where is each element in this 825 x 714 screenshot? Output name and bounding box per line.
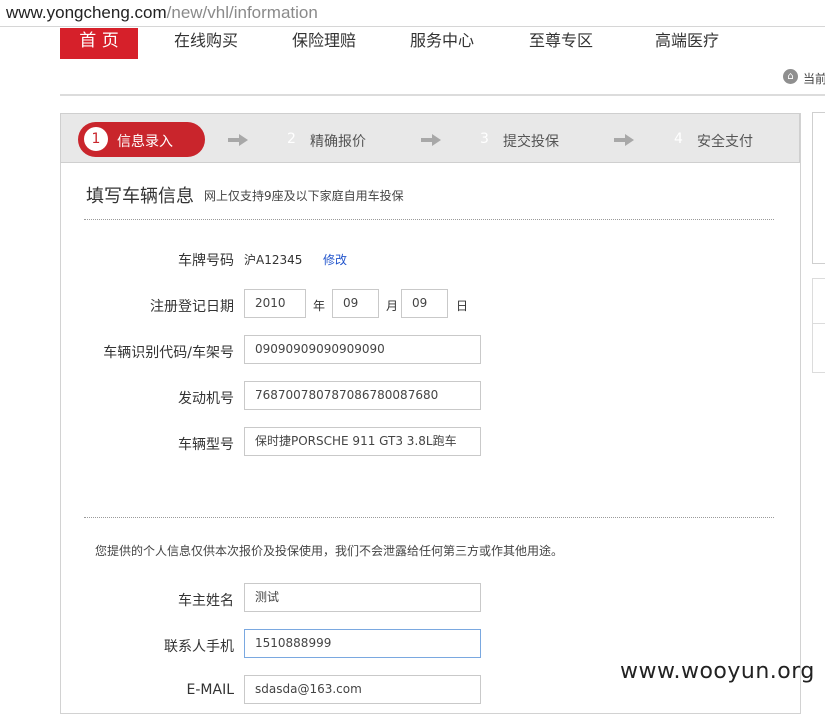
arrow-right-icon: [421, 134, 441, 146]
engine-label: 发动机号: [178, 391, 234, 407]
step-1-label: 信息录入: [117, 134, 173, 150]
nav-divider: [60, 94, 825, 96]
owner-label: 车主姓名: [178, 593, 234, 609]
nav-item-premium-medical[interactable]: 高端医疗: [655, 30, 719, 58]
phone-input[interactable]: 1510888999: [244, 629, 481, 658]
nav-item-claims[interactable]: 保险理赔: [292, 30, 356, 58]
nav-item-service-center[interactable]: 服务中心: [410, 30, 474, 58]
plate-label: 车牌号码: [178, 253, 234, 269]
email-label: E-MAIL: [186, 682, 234, 698]
step-1-number: 1: [84, 127, 108, 151]
step-3-number: 3: [480, 131, 489, 147]
owner-name-input[interactable]: 测试: [244, 583, 481, 612]
url-path: /new/vhl/information: [166, 3, 318, 22]
nav-item-vip-zone[interactable]: 至尊专区: [529, 30, 593, 58]
home-icon[interactable]: ⌂: [783, 69, 798, 84]
plate-value: 沪A12345: [244, 253, 303, 267]
nav-item-home[interactable]: 首 页: [60, 28, 138, 59]
day-unit: 日: [456, 299, 469, 313]
vin-input[interactable]: 09090909090909090: [244, 335, 481, 364]
engine-input[interactable]: 768700780787086780087680: [244, 381, 481, 410]
dotted-divider: [84, 219, 774, 220]
step-4-label: 安全支付: [697, 134, 753, 150]
step-2-label: 精确报价: [310, 134, 366, 150]
arrow-right-icon: [614, 134, 634, 146]
arrow-right-icon: [228, 134, 248, 146]
side-divider: [812, 278, 825, 279]
side-edge: [812, 278, 813, 373]
dotted-divider: [84, 517, 774, 518]
phone-label: 联系人手机: [164, 639, 234, 655]
step-2-number: 2: [287, 131, 296, 147]
step-3-label: 提交投保: [503, 134, 559, 150]
reg-day-input[interactable]: 09: [401, 289, 448, 318]
vin-label: 车辆识别代码/车架号: [103, 345, 234, 361]
reg-date-label: 注册登记日期: [150, 299, 234, 315]
form-title: 填写车辆信息: [86, 186, 194, 207]
side-divider: [812, 372, 825, 373]
model-label: 车辆型号: [178, 437, 234, 453]
side-panel: [812, 112, 825, 264]
url-host: www.yongcheng.com: [6, 3, 167, 22]
privacy-notice: 您提供的个人信息仅供本次报价及投保使用，我们不会泄露给任何第三方或作其他用途。: [95, 544, 564, 558]
side-divider: [812, 323, 825, 324]
step-4-number: 4: [674, 131, 683, 147]
nav-item-online-purchase[interactable]: 在线购买: [174, 30, 238, 58]
modify-plate-link[interactable]: 修改: [323, 251, 347, 268]
watermark: www.wooyun.org: [620, 659, 815, 684]
address-bar[interactable]: www.yongcheng.com/new/vhl/information: [0, 0, 825, 27]
form-subtitle: 网上仅支持9座及以下家庭自用车投保: [204, 189, 404, 203]
model-input[interactable]: 保时捷PORSCHE 911 GT3 3.8L跑车: [244, 427, 481, 456]
url-text[interactable]: www.yongcheng.com/new/vhl/information: [6, 3, 318, 23]
year-unit: 年: [313, 299, 326, 313]
reg-year-input[interactable]: 2010: [244, 289, 306, 318]
month-unit: 月: [386, 299, 399, 313]
reg-month-input[interactable]: 09: [332, 289, 379, 318]
breadcrumb: 当前: [803, 72, 825, 86]
